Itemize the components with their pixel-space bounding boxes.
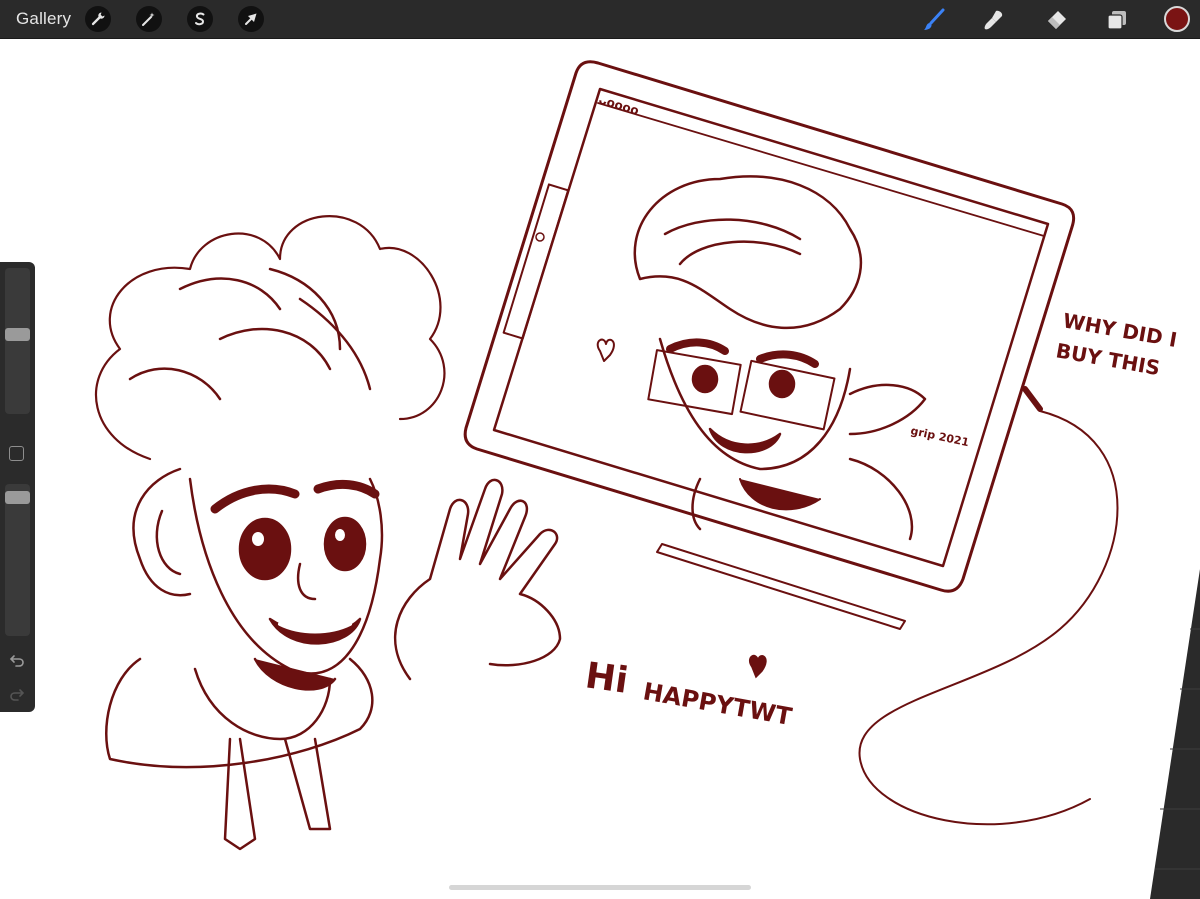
actions-button[interactable] bbox=[85, 6, 111, 32]
opacity-slider[interactable] bbox=[5, 484, 30, 636]
redo-icon bbox=[10, 689, 25, 701]
tablet-screen-stamp: ᴗᴏᴏᴏᴏ bbox=[597, 92, 641, 117]
gallery-button[interactable]: Gallery bbox=[16, 9, 71, 29]
modify-button[interactable] bbox=[9, 446, 24, 461]
greeting-name: HAPPYTWT bbox=[641, 677, 795, 731]
wrench-icon bbox=[91, 12, 105, 26]
redo-button[interactable] bbox=[7, 684, 27, 704]
heart-doodle bbox=[748, 654, 767, 679]
undo-button[interactable] bbox=[7, 650, 27, 670]
signature: grip 2021 bbox=[909, 424, 970, 449]
selection-button[interactable] bbox=[187, 6, 213, 32]
brush-tool[interactable] bbox=[920, 6, 948, 34]
eraser-tool[interactable] bbox=[1042, 6, 1070, 34]
transform-button[interactable] bbox=[238, 6, 264, 32]
adjustments-button[interactable] bbox=[136, 6, 162, 32]
color-picker-button[interactable] bbox=[1164, 6, 1190, 32]
brush-size-thumb[interactable] bbox=[5, 328, 30, 341]
layers-tool[interactable] bbox=[1103, 6, 1131, 34]
annotations: WHY DID I BUY THIS Hi HAPPYTWT grip 2021… bbox=[583, 92, 1179, 731]
selection-s-icon bbox=[195, 12, 205, 26]
brush-size-slider[interactable] bbox=[5, 268, 30, 414]
magic-wand-icon bbox=[142, 12, 155, 26]
brush-icon bbox=[924, 8, 945, 30]
canvas-edge bbox=[1150, 569, 1200, 899]
home-indicator[interactable] bbox=[449, 885, 751, 890]
arrow-cursor-icon bbox=[245, 13, 257, 25]
layers-icon bbox=[1107, 11, 1126, 30]
drawing-canvas[interactable]: WHY DID I BUY THIS Hi HAPPYTWT grip 2021… bbox=[0, 39, 1200, 899]
greeting-hi: Hi bbox=[583, 655, 631, 702]
opacity-thumb[interactable] bbox=[5, 491, 30, 504]
tool-sidebar bbox=[0, 262, 35, 712]
character-drawing bbox=[95, 215, 562, 851]
smudge-icon bbox=[984, 10, 1003, 30]
undo-icon bbox=[9, 655, 24, 667]
artwork: WHY DID I BUY THIS Hi HAPPYTWT grip 2021… bbox=[95, 60, 1179, 851]
top-toolbar: Gallery bbox=[0, 0, 1200, 39]
eraser-icon bbox=[1048, 11, 1066, 29]
smudge-tool[interactable] bbox=[980, 6, 1008, 34]
